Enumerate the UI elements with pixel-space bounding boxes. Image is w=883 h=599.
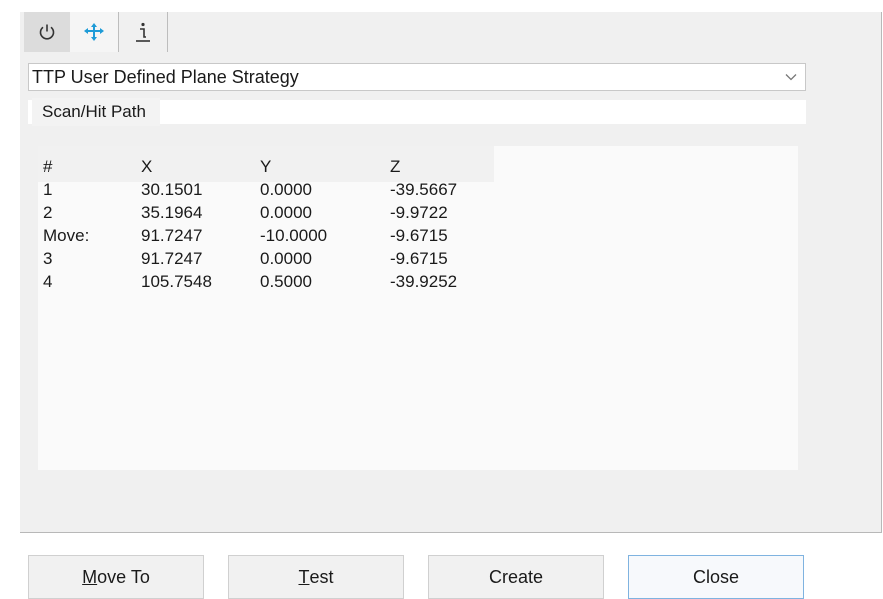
tab-scan-hit-path[interactable]: Scan/Hit Path [32,98,160,126]
move-to-mnemonic: M [82,566,98,587]
close-button[interactable]: Close [628,555,804,599]
table-row[interactable]: 4 105.7548 0.5000 -39.9252 [43,270,500,293]
cell-y: -10.0000 [260,226,328,245]
test-mnemonic: T [298,566,310,587]
cell-x: 105.7548 [141,272,212,291]
toolbar [24,12,168,52]
cell-y: 0.0000 [260,180,312,199]
info-icon [136,22,150,42]
table-row[interactable]: 3 91.7247 0.0000 -9.6715 [43,247,500,270]
cell-index: 4 [43,272,53,291]
column-header-z: Z [390,157,401,176]
chevron-down-icon[interactable] [785,73,797,81]
table-row[interactable]: 1 30.1501 0.0000 -39.5667 [43,178,500,201]
cell-x: 30.1501 [141,180,203,199]
create-button[interactable]: Create [428,555,604,599]
cell-x: 91.7247 [141,249,203,268]
strategy-dropdown[interactable]: TTP User Defined Plane Strategy [28,63,806,91]
cell-z: -9.9722 [390,203,448,222]
tab-move[interactable] [70,12,118,52]
cell-index: 2 [43,203,53,222]
move-to-button[interactable]: Move To [28,555,204,599]
tab-info[interactable] [118,12,168,52]
cell-y: 0.5000 [260,272,312,291]
button-bar: Move To Test Create Close [28,555,808,599]
column-header-index: # [43,157,53,176]
move-arrows-icon [84,23,104,41]
move-to-label: ove To [97,566,150,587]
column-header-x: X [141,157,153,176]
cell-index: Move: [43,226,90,245]
strategy-dropdown-value: TTP User Defined Plane Strategy [32,66,299,87]
path-table-header-row: # X Y Z [43,155,500,178]
cell-index: 1 [43,180,53,199]
cell-y: 0.0000 [260,203,312,222]
cell-x: 91.7247 [141,226,203,245]
cell-z: -39.5667 [390,180,458,199]
cell-z: -9.6715 [390,226,448,245]
create-label: Create [488,566,544,587]
path-table: # X Y Z 1 30.1501 0.0000 -39.5667 2 35.1… [43,155,500,293]
cell-z: -39.9252 [390,272,458,291]
test-label: est [309,566,334,587]
tab-power[interactable] [24,12,70,52]
table-row[interactable]: Move: 91.7247 -10.0000 -9.6715 [43,224,500,247]
cell-z: -9.6715 [390,249,448,268]
cell-y: 0.0000 [260,249,312,268]
power-icon [39,24,55,40]
cell-x: 35.1964 [141,203,203,222]
cell-index: 3 [43,249,53,268]
table-row[interactable]: 2 35.1964 0.0000 -9.9722 [43,201,500,224]
test-button[interactable]: Test [228,555,404,599]
close-label: Close [692,566,740,587]
column-header-y: Y [260,157,272,176]
